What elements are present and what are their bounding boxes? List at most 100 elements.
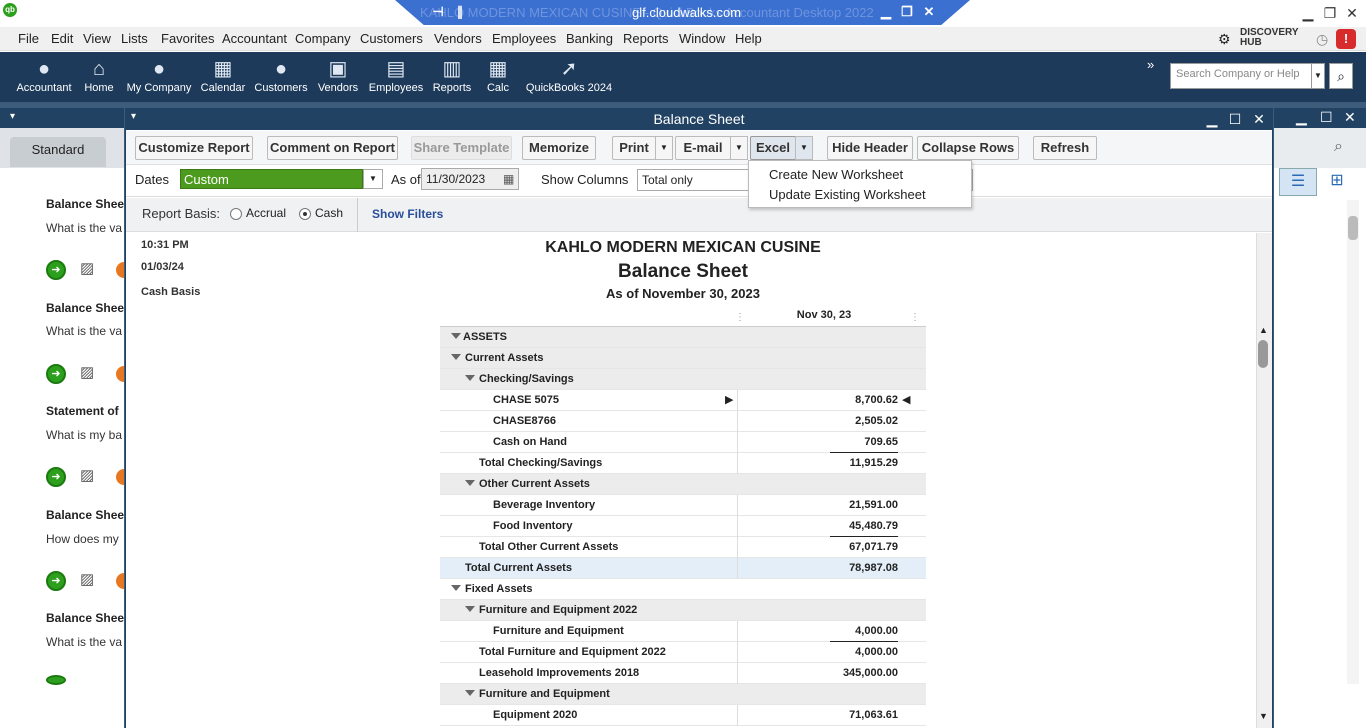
collapse-triangle-icon[interactable] [465, 375, 475, 381]
search-icon[interactable]: ⌕ [1329, 63, 1353, 89]
table-row[interactable]: Cash on Hand 709.65 [440, 432, 926, 453]
restore-icon[interactable]: ❐ [1320, 4, 1340, 22]
toolbar-quickbooks-2024[interactable]: ➚ QuickBooks 2024 [524, 52, 614, 102]
scroll-down-icon[interactable]: ▼ [1259, 711, 1268, 721]
pane-menu-icon[interactable]: ▾ [10, 111, 15, 122]
list-item-title[interactable]: Balance Shee [46, 508, 124, 522]
table-row[interactable]: Furniture and Equipment 2022 [440, 600, 926, 621]
tab-standard[interactable]: Standard [10, 137, 106, 167]
show-filters-link[interactable]: Show Filters [372, 207, 443, 221]
go-arrow-icon[interactable] [46, 675, 66, 685]
accrual-radio[interactable] [230, 208, 242, 220]
report-restore-icon[interactable]: ☐ [1226, 110, 1244, 128]
search-dropdown-icon[interactable]: ▼ [1311, 63, 1325, 89]
table-row[interactable]: Total Furniture and Equipment 2022 4,000.… [440, 642, 926, 663]
menu-company[interactable]: Company [295, 31, 351, 46]
menu-help[interactable]: Help [735, 31, 762, 46]
table-row[interactable]: Fixed Assets [440, 579, 926, 600]
toolbar-reports[interactable]: ▥ Reports [431, 52, 473, 102]
dates-select[interactable]: Custom [180, 169, 363, 189]
toolbar-my-company[interactable]: ● My Company [126, 52, 192, 102]
customize-report-button[interactable]: Customize Report [135, 136, 253, 160]
toolbar-calc[interactable]: ▦ Calc [482, 52, 514, 102]
table-row[interactable]: Current Assets [440, 348, 926, 369]
collapse-triangle-icon[interactable] [451, 585, 461, 591]
menu-file[interactable]: File [18, 31, 39, 46]
go-arrow-icon[interactable]: ➜ [46, 467, 66, 487]
remote-close-icon[interactable]: ✕ [921, 4, 937, 20]
menu-vendors[interactable]: Vendors [434, 31, 482, 46]
menu-banking[interactable]: Banking [566, 31, 613, 46]
alert-icon[interactable]: ! [1336, 29, 1356, 49]
table-row[interactable]: Other Current Assets [440, 474, 926, 495]
table-row[interactable]: Total Checking/Savings 11,915.29 [440, 453, 926, 474]
scroll-thumb[interactable] [1258, 340, 1268, 368]
share-template-button[interactable]: Share Template [411, 136, 512, 160]
toolbar-accountant[interactable]: ● Accountant [14, 52, 74, 102]
collapse-triangle-icon[interactable] [465, 690, 475, 696]
table-row[interactable]: CHASE8766 2,505.02 [440, 411, 926, 432]
hide-header-button[interactable]: Hide Header [827, 136, 913, 160]
collapse-triangle-icon[interactable] [465, 480, 475, 486]
scroll-thumb[interactable] [1348, 216, 1358, 240]
minimize-icon[interactable]: ▁ [1298, 4, 1318, 22]
go-arrow-icon[interactable]: ➜ [46, 260, 66, 280]
collapse-triangle-icon[interactable] [465, 606, 475, 612]
table-row[interactable]: Food Inventory 45,480.79 [440, 516, 926, 537]
toolbar-more-icon[interactable]: » [1147, 57, 1154, 72]
email-dropdown-icon[interactable]: ▼ [730, 136, 748, 160]
grid-view-icon[interactable]: ⊞ [1319, 168, 1355, 196]
menu-customers[interactable]: Customers [360, 31, 423, 46]
go-arrow-icon[interactable]: ➜ [46, 571, 66, 591]
report-close-icon[interactable]: ✕ [1250, 110, 1268, 128]
search-icon[interactable]: ⌕ [1334, 138, 1343, 156]
comment-on-report-button[interactable]: Comment on Report [267, 136, 398, 160]
remote-restore-icon[interactable]: ❐ [899, 4, 915, 20]
go-arrow-icon[interactable]: ➜ [46, 364, 66, 384]
column-header[interactable]: Nov 30, 23 [738, 309, 910, 321]
list-item-title[interactable]: Balance Shee [46, 197, 124, 211]
report-scrollbar[interactable]: ▲ ▼ [1256, 233, 1272, 728]
menu-lists[interactable]: Lists [121, 31, 148, 46]
clock-icon[interactable]: ◷ [1316, 31, 1332, 47]
pin-icon[interactable]: ⊣ [430, 4, 446, 20]
memorize-button[interactable]: Memorize [522, 136, 596, 160]
preview-icon[interactable]: ▨ [80, 363, 100, 383]
table-row[interactable]: CHASE 5075 8,700.62 [440, 390, 926, 411]
report-minimize-icon[interactable]: ▁ [1203, 110, 1221, 128]
close-icon[interactable]: ✕ [1342, 4, 1362, 22]
cash-radio[interactable] [299, 208, 311, 220]
create-new-worksheet-item[interactable]: Create New Worksheet [769, 167, 903, 182]
email-button[interactable]: E-mail [675, 136, 731, 160]
window-menu-icon[interactable]: ▾ [131, 111, 136, 122]
menu-window[interactable]: Window [679, 31, 725, 46]
list-item-title[interactable]: Balance Shee [46, 301, 124, 315]
toolbar-home[interactable]: ⌂ Home [82, 52, 116, 102]
pane-restore-icon[interactable]: ☐ [1320, 109, 1333, 126]
list-view-icon[interactable]: ☰ [1279, 168, 1317, 196]
table-row[interactable]: Beverage Inventory 21,591.00 [440, 495, 926, 516]
remote-minimize-icon[interactable]: ▁ [878, 4, 894, 20]
excel-dropdown-icon[interactable]: ▼ [795, 136, 813, 160]
toolbar-customers[interactable]: ● Customers [253, 52, 309, 102]
pane-close-icon[interactable]: ✕ [1344, 109, 1356, 126]
discovery-hub[interactable]: ⚙ DISCOVERY HUB [1218, 28, 1308, 50]
collapse-triangle-icon[interactable] [451, 333, 461, 339]
toolbar-vendors[interactable]: ▣ Vendors [315, 52, 361, 102]
table-row[interactable]: Furniture and Equipment [440, 684, 926, 705]
menu-reports[interactable]: Reports [623, 31, 669, 46]
print-dropdown-icon[interactable]: ▼ [655, 136, 673, 160]
collapse-rows-button[interactable]: Collapse Rows [917, 136, 1019, 160]
menu-favorites[interactable]: Favorites [161, 31, 214, 46]
menu-view[interactable]: View [83, 31, 111, 46]
table-row[interactable]: Checking/Savings [440, 369, 926, 390]
table-row[interactable]: Furniture and Equipment 4,000.00 [440, 621, 926, 642]
update-existing-worksheet-item[interactable]: Update Existing Worksheet [769, 187, 926, 202]
preview-icon[interactable]: ▨ [80, 259, 100, 279]
menu-accountant[interactable]: Accountant [222, 31, 287, 46]
table-row[interactable]: Equipment 2020 71,063.61 [440, 705, 926, 726]
refresh-button[interactable]: Refresh [1033, 136, 1097, 160]
preview-icon[interactable]: ▨ [80, 466, 100, 486]
preview-icon[interactable]: ▨ [80, 570, 100, 590]
search-input[interactable]: Search Company or Help [1170, 63, 1312, 89]
